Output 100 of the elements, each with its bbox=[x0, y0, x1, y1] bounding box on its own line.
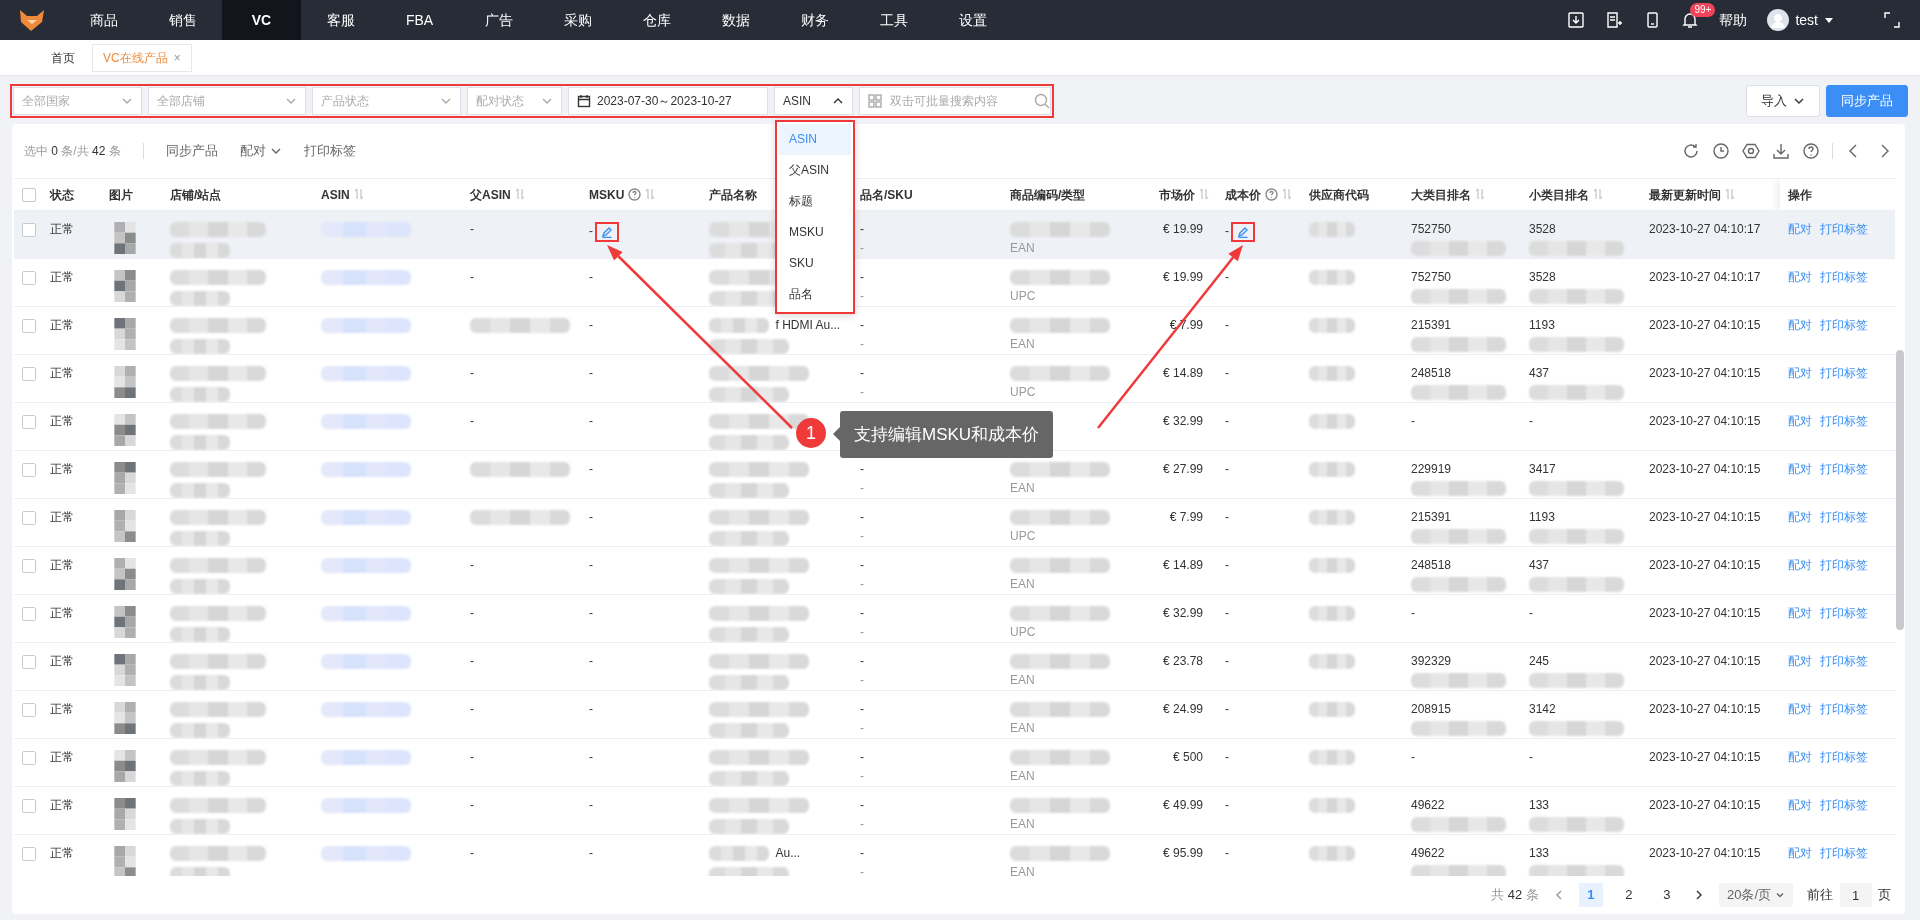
checkbox[interactable] bbox=[22, 606, 36, 621]
help-link[interactable]: 帮助 bbox=[1719, 9, 1748, 31]
nav-item[interactable]: 工具 bbox=[854, 0, 933, 40]
action-link[interactable]: 配对 bbox=[1788, 414, 1812, 428]
nav-item[interactable]: 采购 bbox=[538, 0, 617, 40]
checkbox[interactable] bbox=[22, 702, 36, 717]
nav-item[interactable]: 客服 bbox=[301, 0, 380, 40]
dropdown-option[interactable]: SKU bbox=[779, 248, 851, 279]
checkbox[interactable] bbox=[22, 846, 36, 861]
refresh-icon[interactable] bbox=[1682, 142, 1700, 160]
nav-item[interactable]: 财务 bbox=[775, 0, 854, 40]
fullscreen-icon[interactable] bbox=[1884, 12, 1900, 28]
action-link[interactable]: 打印标签 bbox=[1820, 510, 1868, 524]
settings-icon[interactable] bbox=[1742, 142, 1760, 160]
fox-logo-icon[interactable] bbox=[18, 8, 46, 32]
sync-button[interactable]: 同步产品 bbox=[1826, 85, 1908, 117]
help-icon[interactable] bbox=[1802, 142, 1820, 160]
nav-item[interactable]: 仓库 bbox=[617, 0, 696, 40]
select-field[interactable]: 产品状态 bbox=[312, 87, 461, 115]
action-link[interactable]: 打印标签 bbox=[1820, 654, 1868, 668]
toolbar-button[interactable]: 配对 bbox=[239, 141, 282, 161]
nav-item[interactable]: 数据 bbox=[696, 0, 775, 40]
vertical-scrollbar[interactable] bbox=[1896, 350, 1904, 630]
close-icon[interactable]: × bbox=[173, 50, 181, 65]
checkbox[interactable] bbox=[22, 366, 36, 381]
search-icon[interactable] bbox=[1034, 93, 1050, 109]
action-link[interactable]: 配对 bbox=[1788, 654, 1812, 668]
edit-button[interactable] bbox=[1231, 222, 1255, 242]
checkbox[interactable] bbox=[22, 510, 36, 525]
page-input[interactable]: 1 bbox=[1839, 883, 1872, 907]
page-size-select[interactable]: 20条/页 bbox=[1718, 883, 1793, 907]
sort-icon[interactable] bbox=[1282, 187, 1292, 200]
date-range-field[interactable]: 2023-07-30～2023-10-27 bbox=[568, 87, 768, 115]
sort-icon[interactable] bbox=[1593, 187, 1603, 200]
action-link[interactable]: 配对 bbox=[1788, 510, 1812, 524]
action-link[interactable]: 打印标签 bbox=[1820, 846, 1868, 860]
bell-icon[interactable] bbox=[1681, 11, 1700, 29]
nav-item[interactable]: 广告 bbox=[459, 0, 538, 40]
user-name[interactable]: test bbox=[1795, 9, 1818, 31]
checkbox[interactable] bbox=[22, 654, 36, 669]
nav-item[interactable]: 销售 bbox=[143, 0, 222, 40]
avatar-icon[interactable] bbox=[1767, 9, 1790, 31]
checkbox[interactable] bbox=[22, 558, 36, 573]
action-link[interactable]: 打印标签 bbox=[1820, 702, 1868, 716]
action-link[interactable]: 打印标签 bbox=[1820, 366, 1868, 380]
checkbox[interactable] bbox=[22, 750, 36, 765]
action-link[interactable]: 打印标签 bbox=[1820, 750, 1868, 764]
nav-item[interactable]: FBA bbox=[380, 0, 459, 40]
page-tab[interactable]: 首页 bbox=[40, 43, 86, 72]
download-icon[interactable] bbox=[1772, 142, 1790, 160]
checkbox[interactable] bbox=[22, 270, 36, 285]
action-link[interactable]: 配对 bbox=[1788, 606, 1812, 620]
action-link[interactable]: 打印标签 bbox=[1820, 558, 1868, 572]
sort-icon[interactable] bbox=[1725, 187, 1735, 200]
grid-icon[interactable] bbox=[868, 94, 882, 108]
sort-icon[interactable] bbox=[353, 187, 364, 200]
action-link[interactable]: 打印标签 bbox=[1820, 318, 1868, 332]
checkbox[interactable] bbox=[22, 188, 36, 203]
sort-icon[interactable] bbox=[1475, 187, 1485, 200]
toolbar-button[interactable]: 打印标签 bbox=[303, 141, 356, 161]
checkbox[interactable] bbox=[22, 462, 36, 477]
checkbox[interactable] bbox=[22, 222, 36, 237]
select-field[interactable]: 全部店铺 bbox=[148, 87, 306, 115]
document-add-icon[interactable] bbox=[1605, 11, 1624, 29]
checkbox[interactable] bbox=[22, 414, 36, 429]
nav-item[interactable]: VC bbox=[222, 0, 301, 40]
action-link[interactable]: 配对 bbox=[1788, 798, 1812, 812]
help-icon[interactable] bbox=[1265, 187, 1278, 201]
import-button[interactable]: 导入 bbox=[1745, 85, 1820, 117]
dropdown-option[interactable]: 标题 bbox=[779, 186, 851, 217]
dropdown-option[interactable]: ASIN bbox=[779, 124, 851, 155]
action-link[interactable]: 配对 bbox=[1788, 270, 1812, 284]
action-link[interactable]: 配对 bbox=[1788, 462, 1812, 476]
help-icon[interactable] bbox=[628, 187, 642, 201]
action-link[interactable]: 配对 bbox=[1788, 846, 1812, 860]
select-field[interactable]: 配对状态 bbox=[467, 87, 562, 115]
sort-icon[interactable] bbox=[1199, 187, 1209, 200]
dropdown-option[interactable]: 父ASIN bbox=[779, 155, 851, 186]
action-link[interactable]: 配对 bbox=[1788, 366, 1812, 380]
nav-item[interactable]: 设置 bbox=[933, 0, 1012, 40]
action-link[interactable]: 打印标签 bbox=[1820, 798, 1868, 812]
dropdown-option[interactable]: 品名 bbox=[779, 279, 851, 310]
sort-icon[interactable] bbox=[514, 187, 525, 200]
page-tab[interactable]: VC在线产品 × bbox=[92, 43, 192, 72]
action-link[interactable]: 配对 bbox=[1788, 558, 1812, 572]
action-link[interactable]: 打印标签 bbox=[1820, 222, 1868, 236]
clock-icon[interactable] bbox=[1712, 142, 1730, 160]
action-link[interactable]: 打印标签 bbox=[1820, 606, 1868, 620]
checkbox[interactable] bbox=[22, 798, 36, 813]
action-link[interactable]: 配对 bbox=[1788, 750, 1812, 764]
checkbox[interactable] bbox=[22, 318, 36, 333]
toolbar-button[interactable]: 同步产品 bbox=[165, 141, 218, 161]
action-link[interactable]: 打印标签 bbox=[1820, 462, 1868, 476]
action-link[interactable]: 打印标签 bbox=[1820, 414, 1868, 428]
page-button[interactable]: 2 bbox=[1616, 883, 1641, 907]
search-field[interactable]: 双击可批量搜索内容 bbox=[859, 87, 1051, 115]
action-link[interactable]: 配对 bbox=[1788, 318, 1812, 332]
sort-icon[interactable] bbox=[645, 187, 656, 200]
nav-item[interactable]: 商品 bbox=[64, 0, 143, 40]
page-button[interactable]: 1 bbox=[1578, 883, 1603, 907]
